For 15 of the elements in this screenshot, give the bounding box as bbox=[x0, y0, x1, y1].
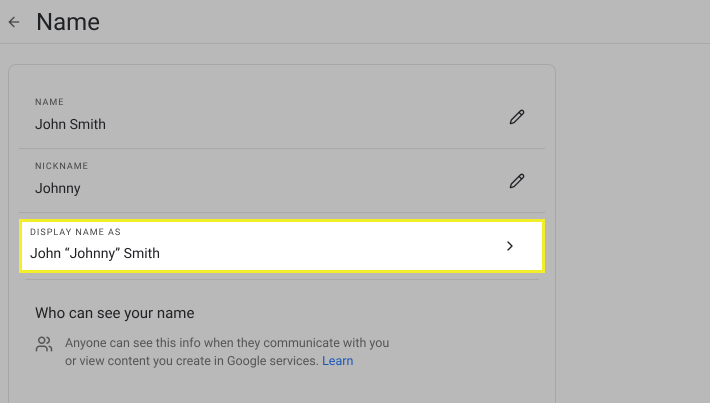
page-title: Name bbox=[36, 6, 100, 38]
visibility-text: Anyone can see this info when they communicate with you or view content you create in Google services. Learn bbox=[65, 334, 390, 370]
field-label: DISPLAY NAME AS bbox=[30, 226, 122, 240]
people-icon bbox=[35, 334, 53, 352]
pencil-icon[interactable] bbox=[509, 108, 525, 124]
field-value: John “Johnny” Smith bbox=[30, 245, 160, 264]
section-heading: Who can see your name bbox=[35, 303, 196, 324]
field-label: NICKNAME bbox=[35, 161, 89, 174]
field-value: John Smith bbox=[35, 116, 106, 135]
name-row[interactable]: NICKNAME Johnny bbox=[19, 149, 545, 213]
name-row[interactable]: NAME John Smith bbox=[19, 85, 545, 149]
field-label: NAME bbox=[35, 97, 66, 110]
pencil-icon[interactable] bbox=[509, 172, 525, 188]
name-row[interactable]: DISPLAY NAME AS John “Johnny” Smith bbox=[19, 219, 545, 273]
field-value: Johnny bbox=[35, 180, 82, 199]
